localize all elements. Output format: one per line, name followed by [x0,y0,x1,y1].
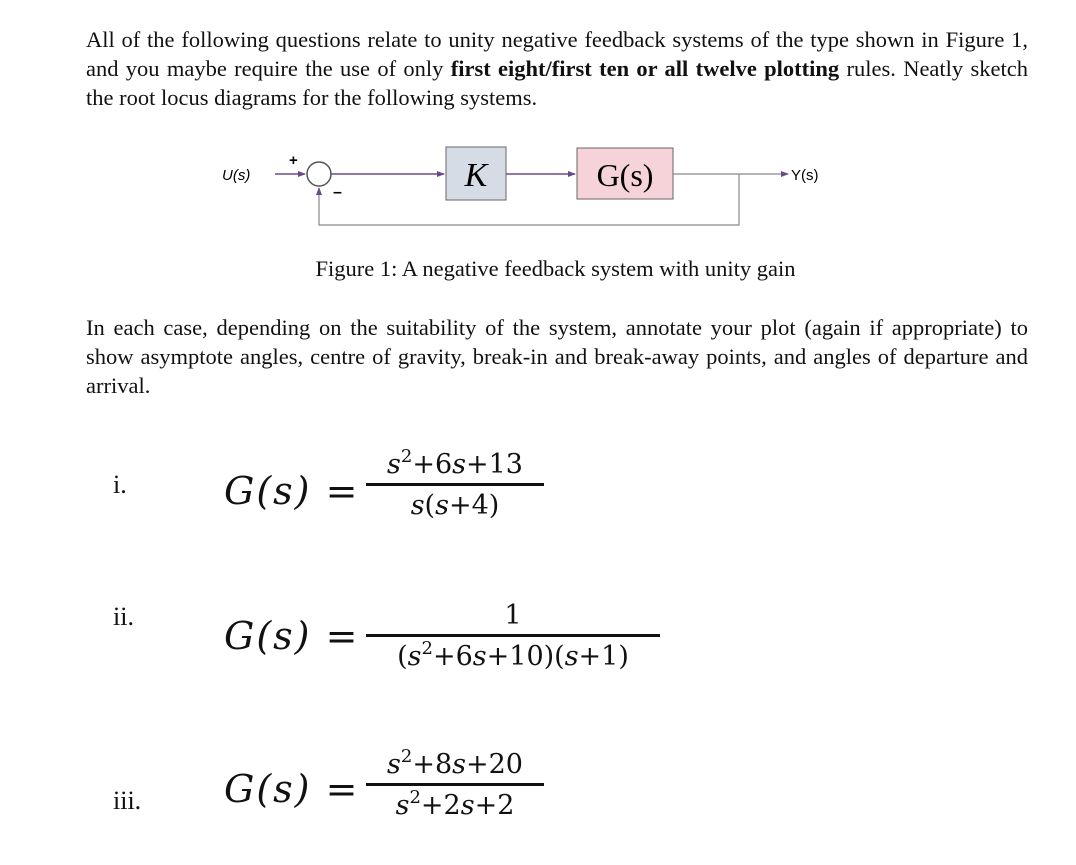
fraction-bar [366,634,660,637]
equation-lhs: G(s) = [224,767,360,811]
problem-label: i. [113,470,127,499]
denominator: (s2+6s+10)(s+1) [397,638,629,673]
plus-sign: + [289,152,298,169]
output-label: Y(s) [791,167,819,184]
minus-sign: – [333,184,342,201]
equation-lhs: G(s) = [224,469,360,513]
input-label: U(s) [222,167,250,184]
fraction: 1 (s2+6s+10)(s+1) [366,600,660,672]
instructions-paragraph: In each case, depending on the suitabili… [86,315,1028,398]
gain-label: K [464,157,490,194]
problem-label: ii. [113,602,134,631]
numerator: s2+6s+13 [387,446,523,481]
fraction: s2+8s+20 s2+2s+2 [366,746,544,822]
fraction-bar [366,783,544,786]
fraction: s2+6s+13 s(s+4) [366,446,544,521]
numerator: s2+8s+20 [387,746,523,781]
feedback-path [316,174,740,226]
denominator: s(s+4) [410,490,500,521]
denominator: s2+2s+2 [395,787,515,822]
block-diagram: U(s) + – K G(s) Y(s) [222,146,819,226]
summing-junction [306,161,332,187]
problem-label: iii. [113,786,142,815]
plant-label: G(s) [597,157,654,193]
fraction-bar [366,483,544,486]
equation-lhs: G(s) = [224,614,360,658]
numerator: 1 [504,600,522,631]
figure-caption: Figure 1: A negative feedback system wit… [315,256,796,281]
